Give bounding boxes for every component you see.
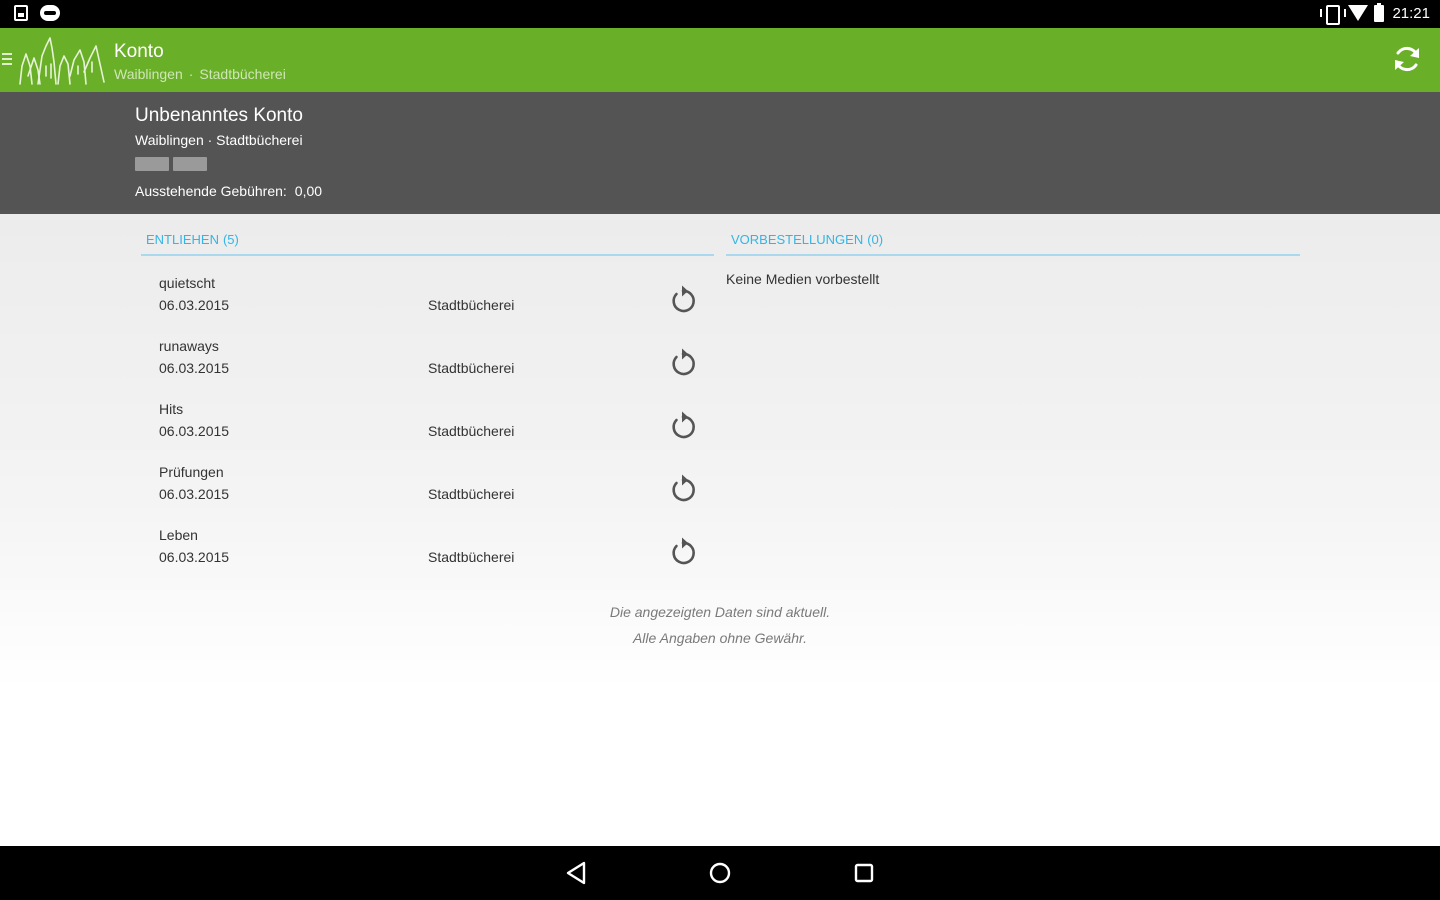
battery-icon <box>1374 2 1385 22</box>
back-icon[interactable] <box>562 859 590 887</box>
home-icon[interactable] <box>706 859 734 887</box>
drawer-icon[interactable] <box>2 53 12 65</box>
item-date: 06.03.2015 <box>159 360 230 376</box>
item-title: quietscht <box>159 275 216 291</box>
item-title: runaways <box>159 338 219 354</box>
item-title: Prüfungen <box>159 464 224 480</box>
status-time: 21:21 <box>1392 4 1430 22</box>
item-branch: Stadtbücherei <box>428 360 515 376</box>
item-branch: Stadtbücherei <box>428 549 515 565</box>
reservations-count: (0) <box>867 232 884 247</box>
renew-icon[interactable] <box>667 472 699 504</box>
item-date: 06.03.2015 <box>159 549 230 565</box>
account-library: Waiblingen · Stadtbücherei <box>135 132 303 148</box>
status-right-icons: 21:21 <box>1320 2 1430 25</box>
item-date: 06.03.2015 <box>159 423 230 439</box>
refresh-icon[interactable] <box>1392 44 1422 74</box>
subtitle-library: Stadtbücherei <box>199 66 286 82</box>
subtitle-city: Waiblingen <box>114 66 183 82</box>
account-card-number <box>135 157 209 173</box>
list-item[interactable]: runaways 06.03.2015 Stadtbücherei <box>141 333 714 396</box>
main-content: ENTLIEHEN (5) VORBESTELLUNGEN (0) quietsch… <box>0 214 1440 846</box>
lent-label: ENTLIEHEN <box>146 232 219 247</box>
message-icon <box>40 5 60 21</box>
lent-count: (5) <box>222 232 239 247</box>
reservations-section-header: VORBESTELLUNGEN (0) <box>726 232 1300 256</box>
app-logo-icon[interactable] <box>18 36 106 86</box>
account-name: Unbenanntes Konto <box>135 105 303 126</box>
item-date: 06.03.2015 <box>159 297 230 313</box>
reservations-empty-text: Keine Medien vorbestellt <box>726 271 880 287</box>
renew-icon[interactable] <box>667 535 699 567</box>
item-date: 06.03.2015 <box>159 486 230 502</box>
page-title: Konto <box>114 41 164 62</box>
list-item[interactable]: Prüfungen 06.03.2015 Stadtbücherei <box>141 459 714 522</box>
sim-card-icon <box>14 5 28 21</box>
footer-line-2: Alle Angaben ohne Gewähr. <box>632 630 808 646</box>
action-bar: Konto Waiblingen · Stadtbücherei <box>0 28 1440 92</box>
item-branch: Stadtbücherei <box>428 297 515 313</box>
status-left-icons <box>14 5 60 21</box>
status-bar: 21:21 <box>0 0 1440 28</box>
item-title: Hits <box>159 401 184 417</box>
renew-icon[interactable] <box>667 283 699 315</box>
renew-icon[interactable] <box>667 409 699 441</box>
item-branch: Stadtbücherei <box>428 423 515 439</box>
renew-icon[interactable] <box>667 346 699 378</box>
lent-list: quietscht 06.03.2015 Stadtbücherei runaw… <box>141 270 714 585</box>
recent-apps-icon[interactable] <box>850 859 878 887</box>
fees-label: Ausstehende Gebühren: <box>135 183 287 199</box>
page-subtitle: Waiblingen · Stadtbücherei <box>114 66 286 82</box>
navigation-bar <box>0 846 1440 900</box>
fees-value: 0,00 <box>294 183 323 199</box>
list-item[interactable]: quietscht 06.03.2015 Stadtbücherei <box>141 270 714 333</box>
item-title: Leben <box>159 527 198 543</box>
account-fees: Ausstehende Gebühren: 0,00 <box>135 183 322 199</box>
account-header: Unbenanntes Konto Waiblingen · Stadtbüch… <box>0 92 1440 214</box>
list-item[interactable]: Hits 06.03.2015 Stadtbücherei <box>141 396 714 459</box>
subtitle-separator: · <box>188 66 194 82</box>
data-status-note: Die angezeigten Daten sind aktuell. Alle… <box>0 599 1440 651</box>
lent-section-header: ENTLIEHEN (5) <box>141 232 714 256</box>
wifi-icon <box>1348 5 1369 21</box>
vibrate-icon <box>1320 4 1347 25</box>
item-branch: Stadtbücherei <box>428 486 515 502</box>
footer-line-1: Die angezeigten Daten sind aktuell. <box>609 604 831 620</box>
reservations-label: VORBESTELLUNGEN <box>731 232 864 247</box>
list-item[interactable]: Leben 06.03.2015 Stadtbücherei <box>141 522 714 585</box>
